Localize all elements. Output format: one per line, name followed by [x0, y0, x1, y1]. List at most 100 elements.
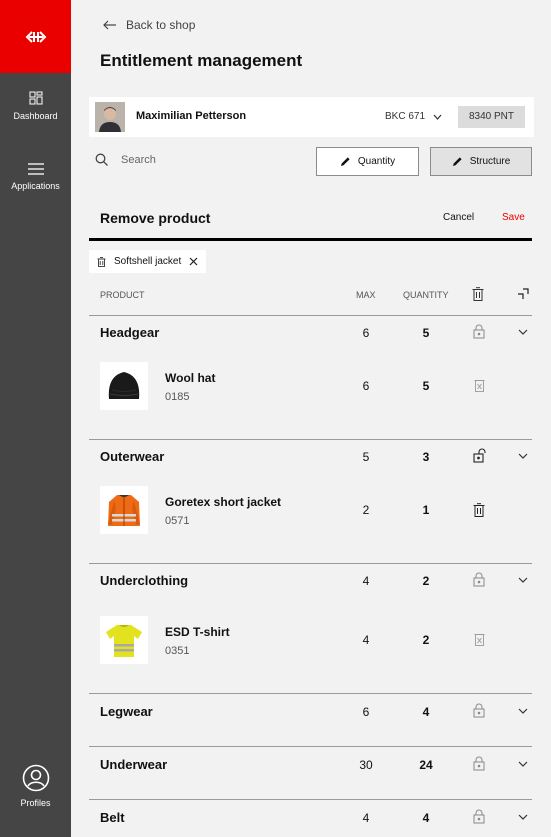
category-quantity: 3: [422, 450, 430, 464]
wool-hat-image: [108, 372, 140, 399]
product-max: 2: [362, 503, 370, 517]
product-quantity: 1: [422, 503, 430, 517]
category-divider: [89, 693, 532, 694]
category-max: 5: [362, 450, 370, 464]
chevron-down-icon[interactable]: [518, 329, 528, 335]
main-content: Back to shop Entitlement management Maxi…: [71, 0, 551, 837]
category-quantity: 5: [422, 326, 430, 340]
sbb-logo[interactable]: [0, 0, 71, 73]
account-value: BKC 671: [385, 111, 426, 122]
product-code: 0571: [165, 515, 190, 527]
profile-icon: [22, 764, 49, 792]
quantity-button-label: Quantity: [357, 156, 396, 167]
lock-icon[interactable]: [473, 324, 485, 339]
category-divider: [89, 439, 532, 440]
category-max: 6: [362, 326, 370, 340]
save-button[interactable]: Save: [502, 212, 525, 223]
product-name: Wool hat: [165, 371, 216, 385]
user-name: Maximilian Petterson: [136, 110, 247, 122]
goretex-jacket-image: [108, 495, 140, 526]
product-max: 6: [362, 379, 370, 393]
sidebar-item-label: Profiles: [20, 798, 51, 808]
section-divider: [89, 238, 532, 241]
category-name: Outerwear: [100, 449, 165, 464]
category-divider: [89, 746, 532, 747]
category-divider: [89, 315, 532, 316]
dashboard-icon: [29, 91, 42, 105]
cancel-button[interactable]: Cancel: [443, 212, 474, 223]
sidebar: Dashboard Applications Profiles: [0, 0, 71, 837]
collapse-icon[interactable]: [517, 288, 529, 300]
sbb-logo-icon: [25, 30, 46, 43]
sidebar-item-profiles[interactable]: Profiles: [0, 764, 71, 808]
product-image: [100, 616, 148, 664]
avatar-image: [95, 102, 125, 132]
lock-icon[interactable]: [473, 756, 485, 771]
category-name: Underclothing: [100, 573, 189, 588]
lock-icon[interactable]: [473, 572, 485, 587]
search-field[interactable]: Search: [95, 153, 156, 166]
delete-disabled-icon[interactable]: [474, 633, 485, 646]
product-quantity: 5: [422, 379, 430, 393]
chevron-down-icon: [433, 114, 442, 120]
sidebar-item-label: Applications: [11, 181, 60, 191]
product-code: 0351: [165, 645, 190, 657]
category-max: 30: [359, 758, 373, 772]
product-code: 0185: [165, 391, 190, 403]
trash-icon[interactable]: [473, 503, 485, 517]
back-link-label: Back to shop: [126, 18, 196, 32]
sidebar-item-label: Dashboard: [13, 111, 58, 121]
category-quantity: 2: [422, 574, 430, 588]
product-name: ESD T-shirt: [165, 625, 230, 639]
section-title: Remove product: [100, 210, 211, 226]
arrow-left-icon: [103, 20, 116, 30]
esd-tshirt-image: [106, 625, 142, 657]
user-card: Maximilian Petterson BKC 671 8340 PNT: [89, 97, 534, 137]
search-icon: [95, 153, 108, 166]
chevron-down-icon[interactable]: [518, 814, 528, 820]
category-quantity: 24: [419, 758, 433, 772]
category-name: Belt: [100, 810, 125, 825]
category-name: Legwear: [100, 704, 153, 719]
product-max: 4: [362, 633, 370, 647]
category-name: Underwear: [100, 757, 168, 772]
filter-chip: Softshell jacket: [89, 250, 207, 273]
sidebar-item-applications[interactable]: Applications: [0, 163, 71, 191]
structure-button-label: Structure: [469, 156, 511, 167]
menu-icon: [27, 163, 44, 175]
unlock-icon[interactable]: [473, 448, 486, 463]
filter-chip-label: Softshell jacket: [114, 256, 182, 267]
category-divider: [89, 799, 532, 800]
column-header-quantity: QUANTITY: [403, 290, 449, 300]
column-header-product: PRODUCT: [100, 290, 145, 300]
quantity-button[interactable]: Quantity: [316, 147, 419, 176]
lock-icon[interactable]: [473, 703, 485, 718]
product-image: [100, 486, 148, 534]
search-placeholder: Search: [121, 153, 156, 166]
category-max: 6: [362, 705, 370, 719]
product-image: [100, 362, 148, 410]
product-quantity: 2: [422, 633, 430, 647]
sidebar-item-dashboard[interactable]: Dashboard: [0, 91, 71, 121]
points-badge: 8340 PNT: [458, 106, 525, 128]
product-name: Goretex short jacket: [165, 495, 282, 509]
category-name: Headgear: [100, 325, 160, 340]
delete-disabled-icon[interactable]: [474, 379, 485, 392]
chevron-down-icon[interactable]: [518, 577, 528, 583]
category-max: 4: [362, 574, 370, 588]
category-divider: [89, 563, 532, 564]
lock-icon[interactable]: [473, 809, 485, 824]
back-link[interactable]: Back to shop: [103, 18, 195, 32]
account-select[interactable]: BKC 671: [385, 111, 442, 122]
pencil-icon: [452, 157, 462, 166]
trash-icon: [97, 256, 106, 267]
structure-button[interactable]: Structure: [430, 147, 532, 176]
category-max: 4: [362, 811, 370, 825]
pencil-icon: [340, 157, 350, 166]
chevron-down-icon[interactable]: [518, 761, 528, 767]
close-icon[interactable]: [189, 257, 198, 266]
trash-icon[interactable]: [472, 287, 484, 301]
category-quantity: 4: [422, 811, 430, 825]
chevron-down-icon[interactable]: [518, 453, 528, 459]
chevron-down-icon[interactable]: [518, 708, 528, 714]
